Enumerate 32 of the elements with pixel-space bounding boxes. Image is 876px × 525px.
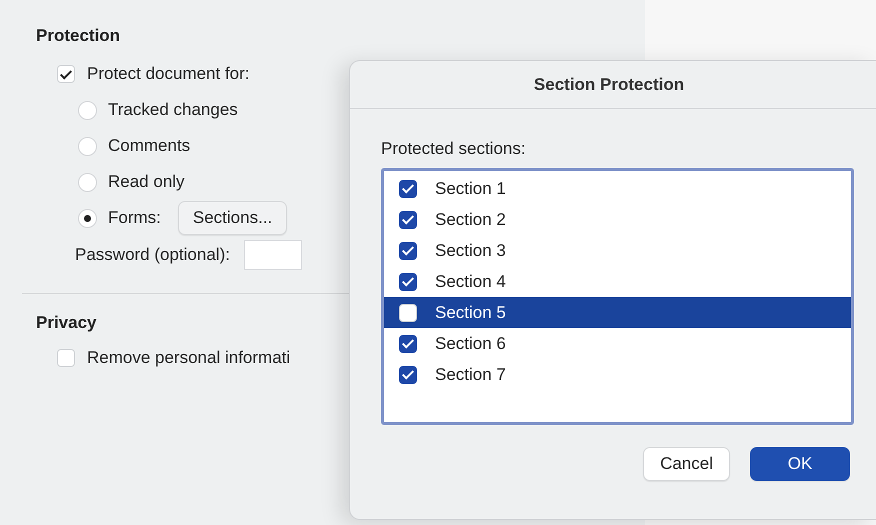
checkbox[interactable] — [399, 210, 417, 228]
checkbox[interactable] — [399, 180, 417, 198]
dialog-title: Section Protection — [350, 61, 876, 109]
password-field[interactable] — [244, 240, 302, 270]
list-item[interactable]: Section 4 — [384, 266, 851, 297]
checkbox-label: Remove personal informati — [87, 348, 290, 368]
checkbox[interactable] — [399, 242, 417, 260]
list-item[interactable]: Section 3 — [384, 235, 851, 266]
radio-button[interactable] — [78, 136, 97, 156]
radio-button[interactable] — [78, 208, 97, 228]
checkbox-label: Protect document for: — [87, 64, 250, 84]
option-label: Forms: — [108, 208, 161, 228]
list-item[interactable]: Section 6 — [384, 328, 851, 359]
radio-button[interactable] — [78, 172, 97, 192]
cancel-button[interactable]: Cancel — [643, 447, 730, 481]
option-label: Comments — [108, 136, 190, 156]
checkbox[interactable] — [399, 334, 417, 352]
sections-button[interactable]: Sections... — [178, 201, 288, 235]
field-label: Password (optional): — [75, 245, 230, 265]
ok-button[interactable]: OK — [750, 447, 850, 481]
list-item[interactable]: Section 2 — [384, 204, 851, 235]
option-label: Read only — [108, 172, 185, 192]
list-item[interactable]: Section 7 — [384, 359, 851, 390]
list-label: Protected sections: — [381, 139, 527, 159]
section-heading: Protection — [36, 25, 120, 47]
option-label: Tracked changes — [108, 100, 238, 120]
list-item[interactable]: Section 1 — [384, 173, 851, 204]
radio-button[interactable] — [78, 100, 97, 120]
checkbox[interactable] — [399, 366, 417, 384]
section-heading: Privacy — [36, 312, 96, 334]
list-item[interactable]: Section 5 — [384, 297, 851, 328]
checkbox[interactable] — [399, 272, 417, 290]
